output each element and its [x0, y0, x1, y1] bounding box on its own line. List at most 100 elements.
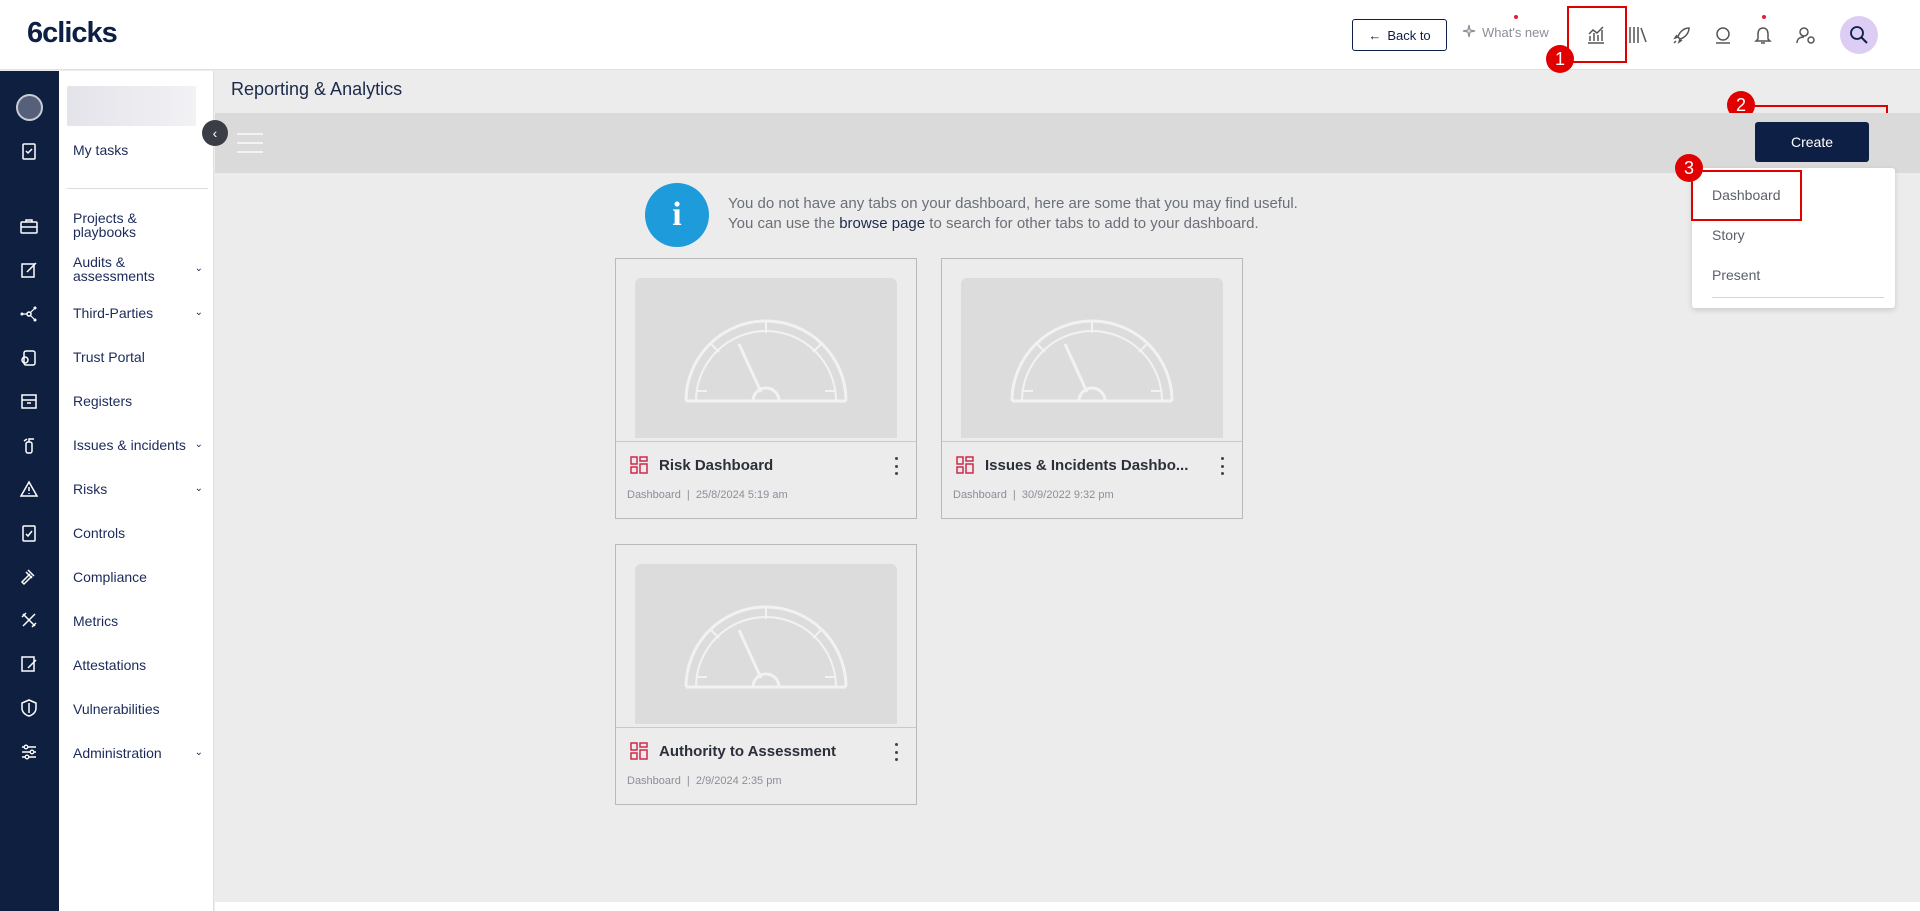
sidebar-item-metrics[interactable]: Metrics [73, 614, 203, 628]
sidebar: My tasks Projects & playbooks Audits & a… [59, 71, 214, 911]
create-button[interactable]: Create [1755, 122, 1869, 162]
support-icon[interactable] [1708, 20, 1738, 50]
sidebar-item-risks[interactable]: Risks ⌄ [73, 482, 203, 496]
sidebar-item-projects[interactable]: Projects & playbooks [73, 211, 203, 239]
shield-icon[interactable] [17, 696, 41, 720]
extinguisher-icon[interactable] [17, 433, 41, 457]
menu-divider [1712, 297, 1884, 298]
back-button[interactable]: ← Back to [1352, 19, 1447, 51]
info-line-2-post: to search for other tabs to add to your … [925, 215, 1259, 232]
sidebar-item-issues[interactable]: Issues & incidents ⌄ [73, 438, 203, 452]
register-icon[interactable] [17, 389, 41, 413]
arrow-left-icon: ← [1368, 27, 1382, 43]
card-meta: Dashboard | 25/8/2024 5:19 am [627, 489, 788, 501]
warning-icon[interactable] [17, 477, 41, 501]
sparkle-icon [1462, 24, 1476, 41]
back-button-label: Back to [1387, 27, 1431, 43]
dashboard-icon [956, 456, 974, 474]
global-search-icon[interactable] [1840, 16, 1878, 54]
analytics-icon[interactable] [1581, 20, 1611, 50]
sidebar-item-label: Administration [73, 745, 162, 761]
whats-new-label: What's new [1482, 25, 1549, 40]
info-line-1: You do not have any tabs on your dashboa… [728, 195, 1298, 212]
card-divider [942, 441, 1242, 442]
app-logo[interactable]: 6clicks [27, 17, 118, 50]
more-options-icon[interactable] [890, 741, 902, 763]
annotation-number-1: 1 [1546, 45, 1574, 73]
rocket-icon[interactable] [1667, 20, 1697, 50]
library-icon[interactable] [1623, 20, 1653, 50]
chevron-down-icon: ⌄ [194, 439, 203, 450]
info-line-2: You can use the browse page to search fo… [728, 214, 1298, 234]
user-settings-icon[interactable] [1791, 20, 1821, 50]
icon-rail [0, 71, 59, 911]
sidebar-divider [67, 188, 208, 189]
dashboard-toolbar [215, 113, 1920, 173]
card-title[interactable]: Issues & Incidents Dashbo... [985, 457, 1205, 474]
info-icon: i [645, 183, 709, 247]
dashboard-card[interactable]: Authority to Assessment Dashboard | 2/9/… [615, 544, 917, 805]
dashboard-icon [630, 742, 648, 760]
sidebar-item-label: My tasks [73, 142, 129, 158]
sidebar-item-attestations[interactable]: Attestations [73, 658, 203, 672]
gauge-thumbnail [635, 278, 897, 438]
sidebar-item-vulnerabilities[interactable]: Vulnerabilities [73, 702, 203, 716]
sliders-icon[interactable] [17, 740, 41, 764]
sidebar-item-label: Registers [73, 393, 133, 409]
sidebar-item-controls[interactable]: Controls [73, 526, 203, 540]
sidebar-item-label: Metrics [73, 613, 119, 629]
more-options-icon[interactable] [1216, 455, 1228, 477]
sidebar-item-registers[interactable]: Registers [73, 394, 203, 408]
chevron-left-icon: ‹ [212, 125, 218, 141]
gauge-thumbnail [635, 564, 897, 724]
org-name-placeholder [67, 86, 196, 126]
dashboard-card[interactable]: Issues & Incidents Dashbo... Dashboard |… [941, 258, 1243, 519]
gavel-icon[interactable] [17, 565, 41, 589]
dashboard-icon [630, 456, 648, 474]
sidebar-item-compliance[interactable]: Compliance [73, 570, 203, 584]
dashboard-card[interactable]: Risk Dashboard Dashboard | 25/8/2024 5:1… [615, 258, 917, 519]
sidebar-item-administration[interactable]: Administration ⌄ [73, 746, 203, 760]
briefcase-icon[interactable] [17, 214, 41, 238]
card-meta: Dashboard | 2/9/2024 2:35 pm [627, 775, 782, 787]
tools-icon[interactable] [17, 608, 41, 632]
sidebar-item-label: Vulnerabilities [73, 701, 160, 717]
sidebar-item-label: Audits & assessments [73, 254, 155, 284]
info-message: You do not have any tabs on your dashboa… [728, 194, 1298, 234]
network-icon[interactable] [17, 302, 41, 326]
whats-new-link[interactable]: What's new [1462, 24, 1549, 41]
browse-page-link[interactable]: browse page [839, 215, 925, 232]
more-options-icon[interactable] [890, 455, 902, 477]
annotation-number-3: 3 [1675, 154, 1703, 182]
trust-portal-icon[interactable] [17, 346, 41, 370]
sidebar-item-audits[interactable]: Audits & assessments ⌄ [73, 255, 203, 283]
sidebar-item-label: Attestations [73, 657, 147, 673]
sidebar-item-trust-portal[interactable]: Trust Portal [73, 350, 203, 364]
create-dropdown-menu: Dashboard Story Present [1692, 168, 1895, 308]
edit-icon[interactable] [17, 258, 41, 282]
bell-icon[interactable] [1748, 20, 1778, 50]
menu-item-dashboard[interactable]: Dashboard [1712, 187, 1781, 203]
info-line-2-pre: You can use the [728, 215, 840, 232]
sidebar-item-label: Projects & playbooks [73, 210, 137, 240]
card-divider [616, 727, 916, 728]
attestation-icon[interactable] [17, 652, 41, 676]
menu-icon[interactable] [237, 133, 263, 153]
collapse-sidebar-button[interactable]: ‹ [202, 120, 228, 146]
card-divider [616, 441, 916, 442]
sidebar-item-third-parties[interactable]: Third-Parties ⌄ [73, 306, 203, 320]
gauge-icon [684, 319, 848, 403]
chevron-down-icon: ⌄ [194, 307, 203, 318]
card-meta: Dashboard | 30/9/2022 9:32 pm [953, 489, 1114, 501]
tasks-icon[interactable] [17, 139, 41, 163]
sidebar-item-label: Issues & incidents [73, 437, 186, 453]
chevron-down-icon: ⌄ [194, 747, 203, 758]
org-avatar[interactable] [16, 94, 43, 121]
sidebar-item-label: Risks [73, 481, 108, 497]
card-title[interactable]: Risk Dashboard [659, 457, 879, 474]
card-title[interactable]: Authority to Assessment [659, 743, 879, 760]
menu-item-present[interactable]: Present [1712, 267, 1760, 283]
controls-icon[interactable] [17, 521, 41, 545]
menu-item-story[interactable]: Story [1712, 227, 1745, 243]
sidebar-item-my-tasks[interactable]: My tasks [73, 143, 203, 157]
